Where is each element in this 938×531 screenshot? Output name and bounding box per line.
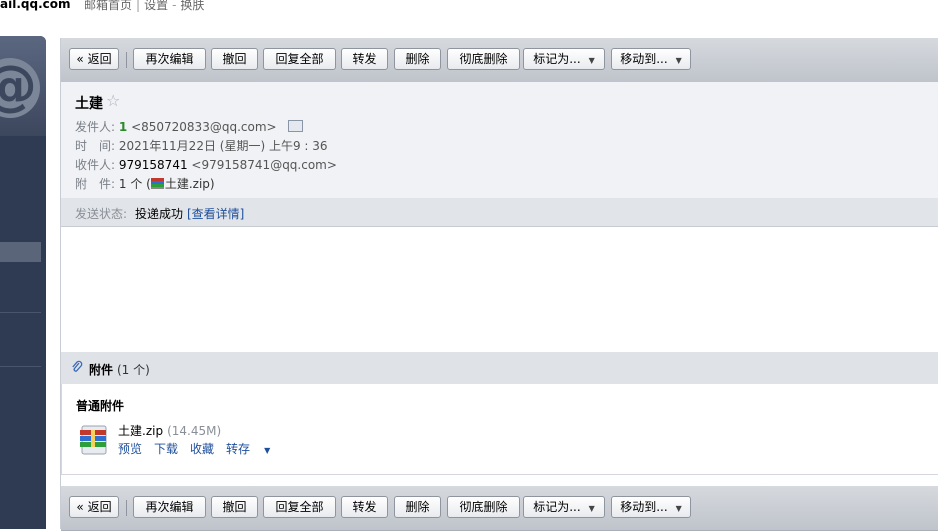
caret-down-icon: ▼ [588,504,595,513]
mark-as-dropdown[interactable]: 标记为... ▼ [523,496,605,518]
toolbar-separator [126,52,127,68]
sender-row: 发件人: 1 <850720833@qq.com> [75,118,304,135]
toolbar-separator [126,500,127,516]
back-button[interactable]: « 返回 [69,496,119,518]
left-sidebar: @ [0,36,46,529]
toolbar-bottom: « 返回 再次编辑 撤回 回复全部 转发 删除 彻底删除 标记为... ▼ 移动到… [61,486,938,531]
move-to-dropdown[interactable]: 移动到... ▼ [611,496,691,518]
delete-permanently-button[interactable]: 彻底删除 [447,496,520,518]
attachment-link[interactable]: 土建.zip [165,177,210,191]
top-link-separator: - [172,0,177,12]
sidebar-logo: @ [0,36,46,136]
save-to-label: 转存 [226,442,251,456]
view-details-link[interactable]: [查看详情] [187,205,244,222]
link-change-skin[interactable]: 换肤 [180,0,204,12]
star-icon[interactable]: ☆ [106,91,120,110]
time-label: 时 间: [75,139,116,153]
top-header: ail.qq.com 邮箱首页 | 设置 - 换肤 [0,0,938,30]
mail-reading-pane: « 返回 再次编辑 撤回 回复全部 转发 删除 彻底删除 标记为... ▼ 移动到… [60,38,938,531]
recipient-row: 收件人: 979158741 <979158741@qq.com> [75,156,337,173]
attachment-file: 土建.zip (14.45M) [118,422,221,439]
sender-name[interactable]: 1 [119,120,127,134]
delivery-status-label: 发送状态: [75,207,128,221]
time-row: 时 间: 2021年11月22日 (星期一) 上午9 : 36 [75,137,328,154]
reedit-button[interactable]: 再次编辑 [133,496,206,518]
mail-subject: 土建 [75,96,103,112]
toolbar-top: « 返回 再次编辑 撤回 回复全部 转发 删除 彻底删除 标记为... ▼ 移动到… [61,38,938,83]
collect-link[interactable]: 收藏 [190,442,214,456]
caret-down-icon: ▼ [675,56,682,65]
forward-button[interactable]: 转发 [341,496,388,518]
sidebar-divider [0,366,41,367]
attachments-header: 附件 (1 个) [61,352,938,384]
recipient-email: <979158741@qq.com> [191,158,337,172]
reedit-button[interactable]: 再次编辑 [133,48,206,70]
contact-card-icon[interactable] [288,120,304,132]
delivery-status-bar: 发送状态: 投递成功 [查看详情] [61,198,938,227]
attachments-body: 普通附件 土建.zip (14.45M) 预览 下载 收藏 转存 ▼ [61,384,938,475]
sender-email: <850720833@qq.com> [131,120,277,134]
paperclip-icon [71,360,83,378]
top-link-separator: | [136,0,141,12]
mark-as-label: 标记为... [533,52,581,66]
zip-file-icon[interactable] [80,424,108,456]
delete-button[interactable]: 删除 [394,496,441,518]
delete-button[interactable]: 删除 [394,48,441,70]
move-to-label: 移动到... [620,500,668,514]
caret-down-icon: ▼ [264,446,271,455]
delivery-status-value: 投递成功 [135,207,184,221]
sidebar-selected-item[interactable] [0,242,41,262]
delete-permanently-button[interactable]: 彻底删除 [447,48,520,70]
mail-domain: ail.qq.com [0,0,71,11]
at-logo-icon: @ [0,58,40,118]
recall-button[interactable]: 撤回 [211,48,258,70]
attachment-row: 附 件: 1 个 ( 土建.zip) [75,175,215,192]
caret-down-icon: ▼ [675,504,682,513]
move-to-label: 移动到... [620,52,668,66]
sender-label: 发件人: [75,120,116,134]
attachment-file-size: (14.45M) [167,424,222,438]
link-mail-home[interactable]: 邮箱首页 [84,0,132,12]
reply-all-button[interactable]: 回复全部 [263,496,336,518]
save-to-dropdown[interactable]: 转存 ▼ [226,442,282,456]
mark-as-label: 标记为... [533,500,581,514]
link-settings[interactable]: 设置 [144,0,168,12]
mail-header: 土建 ☆ 发件人: 1 <850720833@qq.com> 时 间: 2021… [61,82,938,198]
attachments-count: (1 个) [117,363,150,377]
recipient-name[interactable]: 979158741 [119,158,188,172]
mark-as-dropdown[interactable]: 标记为... ▼ [523,48,605,70]
attachment-actions: 预览 下载 收藏 转存 ▼ [118,440,294,457]
zip-file-icon [150,178,164,189]
recall-button[interactable]: 撤回 [211,496,258,518]
attachment-type-label: 普通附件 [76,399,125,413]
time-value: 2021年11月22日 (星期一) 上午9 : 36 [118,139,328,153]
recipient-label: 收件人: [75,158,116,172]
move-to-dropdown[interactable]: 移动到... ▼ [611,48,691,70]
download-link[interactable]: 下载 [154,442,178,456]
caret-down-icon: ▼ [588,56,595,65]
preview-link[interactable]: 预览 [118,442,142,456]
attachment-label: 附 件: [75,177,116,191]
back-button[interactable]: « 返回 [69,48,119,70]
attachment-count-suffix: ) [209,177,215,191]
reply-all-button[interactable]: 回复全部 [263,48,336,70]
attachment-count-prefix: 1 个 ( [118,177,151,191]
forward-button[interactable]: 转发 [341,48,388,70]
attachments-title: 附件 [89,363,114,377]
attachment-file-name[interactable]: 土建.zip [118,424,163,438]
top-links: 邮箱首页 | 设置 - 换肤 [84,0,204,13]
sidebar-divider [0,312,41,313]
